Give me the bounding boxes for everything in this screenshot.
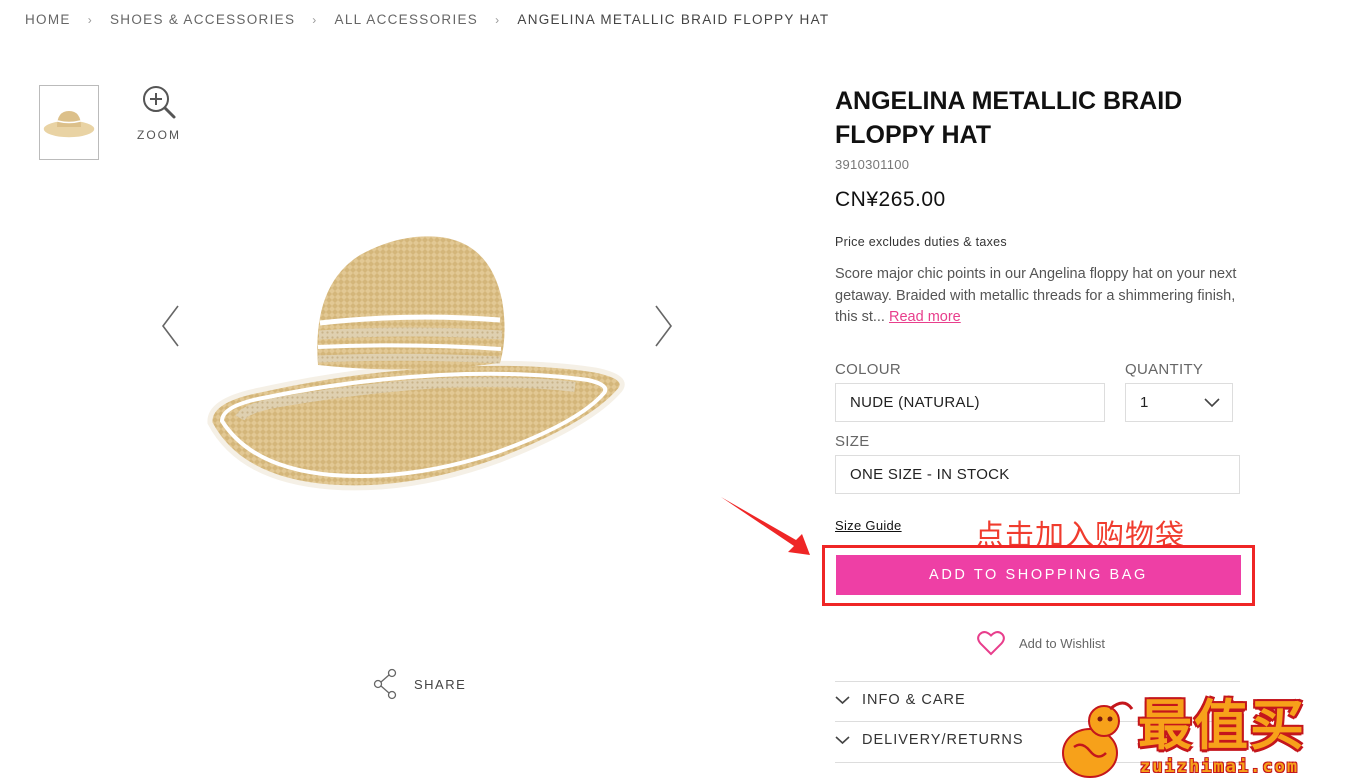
product-price: CN¥265.00 (835, 188, 946, 211)
annotation-arrow-icon (721, 497, 810, 555)
floppy-hat-image (207, 236, 625, 491)
share-button[interactable]: SHARE (372, 668, 466, 700)
product-sku: 3910301100 (835, 157, 910, 172)
annotation-highlight-box (822, 545, 1255, 606)
chevron-down-icon (835, 736, 850, 745)
product-title: ANGELINA METALLIC BRAID FLOPPY HAT (835, 87, 1183, 149)
product-main-image (200, 225, 630, 510)
magnifier-plus-icon (143, 86, 176, 119)
previous-image-button[interactable] (156, 302, 188, 350)
size-guide-link[interactable]: Size Guide (835, 518, 902, 533)
add-to-wishlist-button[interactable]: Add to Wishlist (977, 630, 1105, 656)
chevron-left-icon (162, 305, 179, 347)
quantity-value: 1 (1140, 394, 1149, 411)
zoom-label: ZOOM (137, 128, 181, 142)
breadcrumb-all-accessories[interactable]: ALL ACCESSORIES (335, 12, 479, 27)
share-icon (373, 668, 397, 700)
watermark-title: 最值买 (1138, 694, 1306, 757)
next-image-button[interactable] (646, 302, 678, 350)
quantity-label: QUANTITY (1125, 361, 1204, 378)
colour-select[interactable]: NUDE (NATURAL) (835, 383, 1105, 422)
chevron-down-icon (835, 696, 850, 705)
accordion-divider (835, 681, 1240, 682)
hat-thumbnail-image (42, 110, 96, 139)
breadcrumb: HOME › SHOES & ACCESSORIES › ALL ACCESSO… (25, 12, 829, 27)
accordion-info-care-label: INFO & CARE (862, 692, 966, 708)
breadcrumb-separator: › (495, 12, 501, 27)
chevron-right-icon (655, 305, 672, 347)
breadcrumb-shoes-accessories[interactable]: SHOES & ACCESSORIES (110, 12, 295, 27)
watermark-logo: 最值买 zuizhimai.com (1060, 695, 1348, 781)
accordion-delivery-returns-label: DELIVERY/RETURNS (862, 732, 1024, 748)
breadcrumb-current: ANGELINA METALLIC BRAID FLOPPY HAT (517, 12, 830, 27)
quantity-select[interactable]: 1 (1125, 383, 1233, 422)
accordion-info-care[interactable]: INFO & CARE (835, 692, 966, 708)
heart-icon (977, 631, 1005, 656)
colour-label: COLOUR (835, 361, 901, 378)
size-select[interactable]: ONE SIZE - IN STOCK (835, 455, 1240, 494)
wishlist-label: Add to Wishlist (1019, 635, 1105, 651)
read-more-link[interactable]: Read more (889, 309, 961, 325)
product-thumbnail[interactable] (39, 85, 99, 160)
zoom-button[interactable]: ZOOM (133, 83, 185, 142)
chevron-down-icon (1204, 397, 1220, 407)
accordion-delivery-returns[interactable]: DELIVERY/RETURNS (835, 732, 1024, 748)
share-label: SHARE (414, 676, 467, 692)
price-note: Price excludes duties & taxes (835, 235, 1007, 249)
breadcrumb-home[interactable]: HOME (25, 12, 71, 27)
product-description: Score major chic points in our Angelina … (835, 264, 1245, 329)
mascot-logo-icon (1062, 701, 1134, 778)
watermark-url: zuizhimai.com (1140, 757, 1300, 777)
size-label: SIZE (835, 433, 870, 450)
breadcrumb-separator: › (87, 12, 93, 27)
breadcrumb-separator: › (312, 12, 318, 27)
